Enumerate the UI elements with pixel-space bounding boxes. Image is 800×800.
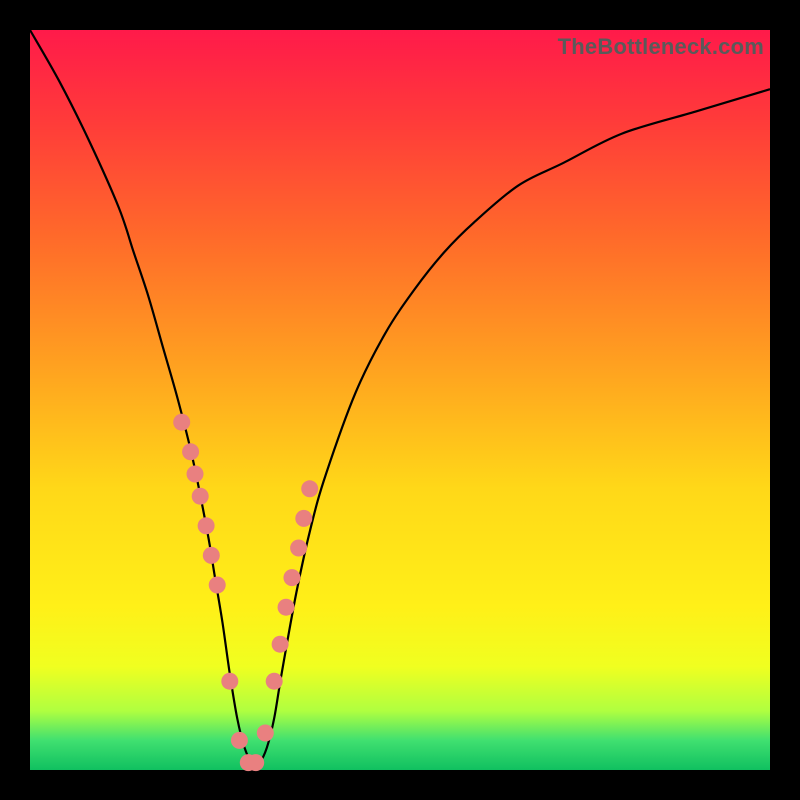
marker-point xyxy=(209,577,226,594)
marker-point xyxy=(283,569,300,586)
marker-point xyxy=(173,414,190,431)
marker-point xyxy=(198,517,215,534)
marker-point xyxy=(192,488,209,505)
marker-point xyxy=(203,547,220,564)
marker-point xyxy=(295,510,312,527)
marker-point xyxy=(301,480,318,497)
chart-plot-area: TheBottleneck.com xyxy=(30,30,770,770)
chart-svg xyxy=(30,30,770,770)
marker-point xyxy=(278,599,295,616)
marker-point xyxy=(257,725,274,742)
marker-point xyxy=(247,754,264,771)
marker-point xyxy=(182,443,199,460)
marker-point xyxy=(221,673,238,690)
marker-point xyxy=(231,732,248,749)
marker-point xyxy=(187,466,204,483)
marker-point xyxy=(290,540,307,557)
marker-point xyxy=(266,673,283,690)
marker-point xyxy=(272,636,289,653)
bottleneck-curve xyxy=(30,30,770,764)
